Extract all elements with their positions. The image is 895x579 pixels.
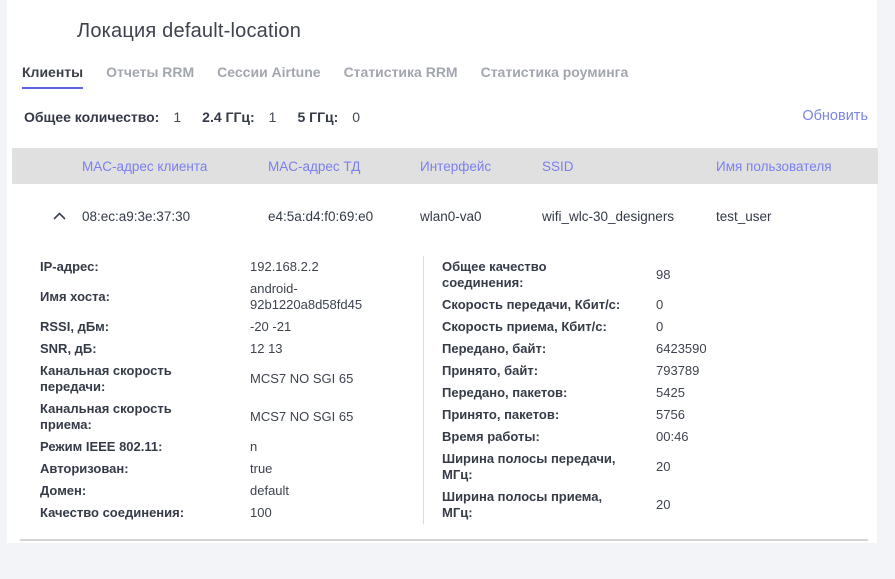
detail-label: Канальная скорость приема: <box>40 401 250 433</box>
location-card: Локация default-location Клиенты Отчеты … <box>7 0 877 543</box>
tab-rrm-statistics[interactable]: Статистика RRM <box>344 64 458 89</box>
detail-value: MCS7 NO SGI 65 <box>250 371 353 387</box>
username-cell: test_user <box>716 209 873 224</box>
client-counts: Общее количество: 1 2.4 ГГц: 1 5 ГГц: 0 <box>24 109 360 125</box>
detail-value: 5425 <box>656 385 685 401</box>
detail-row-hostname: Имя хоста: android-92b1220a8d58fd45 <box>40 278 399 316</box>
band-5ghz-count: 5 ГГц: 0 <box>297 109 360 125</box>
detail-row-rx-bandwidth: Ширина полосы приема, МГц: 20 <box>442 486 875 524</box>
detail-value: 00:46 <box>656 429 689 445</box>
detail-row-authorized: Авторизован: true <box>40 458 399 480</box>
refresh-button[interactable]: Обновить <box>802 108 868 124</box>
detail-row-overall-quality: Общее качество соединения: 98 <box>442 256 875 294</box>
detail-label: RSSI, дБм: <box>40 319 250 335</box>
detail-row-tx-channel-rate: Канальная скорость передачи: MCS7 NO SGI… <box>40 360 399 398</box>
detail-value: 20 <box>656 497 670 513</box>
detail-row-rx-packets: Принято, пакетов: 5756 <box>442 404 875 426</box>
detail-value: true <box>250 461 272 477</box>
column-client-mac[interactable]: MAC-адрес клиента <box>82 159 268 174</box>
detail-row-link-quality: Качество соединения: 100 <box>40 502 399 524</box>
detail-value: default <box>250 483 289 499</box>
detail-value: 793789 <box>656 363 699 379</box>
detail-row-rx-channel-rate: Канальная скорость приема: MCS7 NO SGI 6… <box>40 398 399 436</box>
detail-label: Домен: <box>40 483 250 499</box>
detail-label: Канальная скорость передачи: <box>40 363 250 395</box>
column-interface[interactable]: Интерфейс <box>420 159 542 174</box>
client-details-panel: IP-адрес: 192.168.2.2 Имя хоста: android… <box>7 256 877 524</box>
page-title: Локация default-location <box>77 20 301 43</box>
collapse-chevron-up-icon[interactable] <box>48 212 82 220</box>
total-count: Общее количество: 1 <box>24 109 181 125</box>
detail-label: Скорость передачи, Кбит/с: <box>442 297 656 313</box>
detail-value: 192.168.2.2 <box>250 259 319 275</box>
detail-row-tx-bytes: Передано, байт: 6423590 <box>442 338 875 360</box>
detail-label: SNR, дБ: <box>40 341 250 357</box>
detail-value: 100 <box>250 505 272 521</box>
band-5ghz-value: 0 <box>352 109 360 125</box>
tab-clients[interactable]: Клиенты <box>22 64 83 89</box>
detail-value: MCS7 NO SGI 65 <box>250 409 353 425</box>
detail-label: Принято, пакетов: <box>442 407 656 423</box>
detail-value: 0 <box>656 297 663 313</box>
detail-row-tx-speed: Скорость передачи, Кбит/с: 0 <box>442 294 875 316</box>
tab-roaming-statistics[interactable]: Статистика роуминга <box>481 64 629 89</box>
detail-row-rx-bytes: Принято, байт: 793789 <box>442 360 875 382</box>
detail-row-tx-packets: Передано, пакетов: 5425 <box>442 382 875 404</box>
tab-rrm-reports[interactable]: Отчеты RRM <box>106 64 194 89</box>
detail-row-ieee-mode: Режим IEEE 802.11: n <box>40 436 399 458</box>
detail-row-domain: Домен: default <box>40 480 399 502</box>
client-row[interactable]: 08:ec:a9:3e:37:30 e4:5a:d4:f0:69:e0 wlan… <box>7 200 873 232</box>
detail-label: Передано, байт: <box>442 341 656 357</box>
detail-label: IP-адрес: <box>40 259 250 275</box>
detail-label: Скорость приема, Кбит/с: <box>442 319 656 335</box>
clients-table-header: MAC-адрес клиента MAC-адрес ТД Интерфейс… <box>12 148 878 184</box>
column-username[interactable]: Имя пользователя <box>716 159 878 174</box>
detail-label: Качество соединения: <box>40 505 250 521</box>
detail-value: -20 -21 <box>250 319 291 335</box>
total-count-label: Общее количество: <box>24 109 159 125</box>
detail-label: Авторизован: <box>40 461 250 477</box>
detail-label: Время работы: <box>442 429 656 445</box>
interface-cell: wlan0-va0 <box>420 209 542 224</box>
detail-row-rssi: RSSI, дБм: -20 -21 <box>40 316 399 338</box>
bottom-divider <box>20 539 868 541</box>
tab-bar: Клиенты Отчеты RRM Сессии Airtune Статис… <box>22 64 628 89</box>
detail-row-rx-speed: Скорость приема, Кбит/с: 0 <box>442 316 875 338</box>
detail-value: 20 <box>656 459 670 475</box>
detail-value: 98 <box>656 267 670 283</box>
detail-label: Имя хоста: <box>40 289 250 305</box>
band-5ghz-label: 5 ГГц: <box>297 109 338 125</box>
ap-mac-cell: e4:5a:d4:f0:69:e0 <box>268 209 420 224</box>
detail-value: n <box>250 439 257 455</box>
band-2-4ghz-label: 2.4 ГГц: <box>202 109 255 125</box>
detail-label: Режим IEEE 802.11: <box>40 439 250 455</box>
detail-label: Ширина полосы передачи, МГц: <box>442 451 656 483</box>
detail-value: 6423590 <box>656 341 707 357</box>
detail-row-snr: SNR, дБ: 12 13 <box>40 338 399 360</box>
column-ssid[interactable]: SSID <box>542 159 716 174</box>
detail-value: 5756 <box>656 407 685 423</box>
detail-value: 0 <box>656 319 663 335</box>
detail-label: Передано, пакетов: <box>442 385 656 401</box>
total-count-value: 1 <box>173 109 181 125</box>
detail-value: android-92b1220a8d58fd45 <box>250 281 399 313</box>
detail-label: Ширина полосы приема, МГц: <box>442 489 656 521</box>
details-left-column: IP-адрес: 192.168.2.2 Имя хоста: android… <box>40 256 423 524</box>
band-2-4ghz-value: 1 <box>269 109 277 125</box>
detail-row-ip-address: IP-адрес: 192.168.2.2 <box>40 256 399 278</box>
ssid-cell: wifi_wlc-30_designers <box>542 209 716 224</box>
detail-row-uptime: Время работы: 00:46 <box>442 426 875 448</box>
column-ap-mac[interactable]: MAC-адрес ТД <box>268 159 420 174</box>
detail-value: 12 13 <box>250 341 283 357</box>
detail-label: Общее качество соединения: <box>442 259 656 291</box>
detail-label: Принято, байт: <box>442 363 656 379</box>
band-2-4ghz-count: 2.4 ГГц: 1 <box>202 109 276 125</box>
detail-row-tx-bandwidth: Ширина полосы передачи, МГц: 20 <box>442 448 875 486</box>
tab-airtune-sessions[interactable]: Сессии Airtune <box>217 64 320 89</box>
details-right-column: Общее качество соединения: 98 Скорость п… <box>423 256 875 524</box>
client-mac-cell: 08:ec:a9:3e:37:30 <box>82 209 268 224</box>
